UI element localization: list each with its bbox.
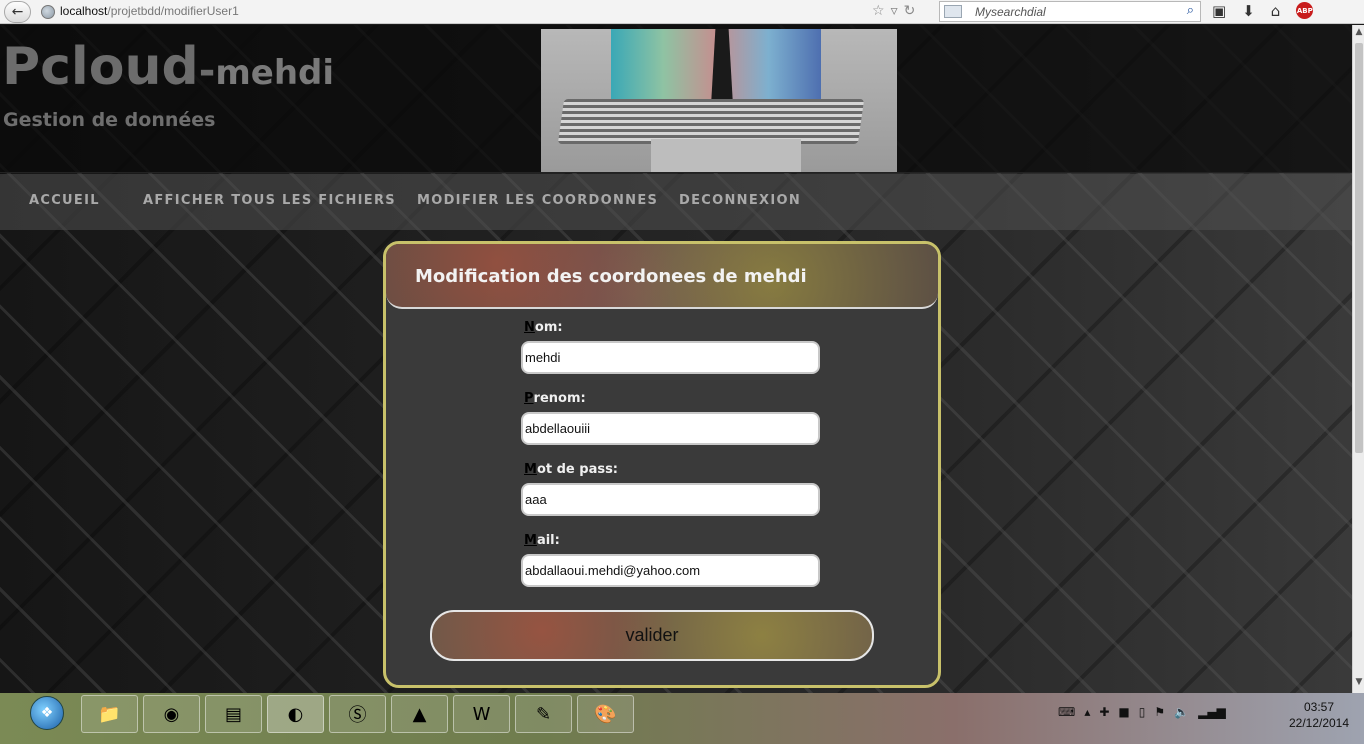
main-nav: ACCUEIL AFFICHER TOUS LES FICHIERS MODIF… — [0, 174, 1352, 230]
address-bar-icons: ☆▿↻ — [872, 3, 921, 19]
password-label: Mot de pass: — [524, 462, 619, 477]
adblock-icon[interactable]: ABP — [1296, 2, 1314, 19]
valider-button[interactable]: valider — [430, 610, 874, 661]
network-signal-icon[interactable]: ▂▄▆ — [1198, 705, 1226, 719]
flag-icon[interactable]: ⚑ — [1154, 705, 1165, 719]
header-banner-image — [541, 29, 897, 172]
windows-logo-icon: ❖ — [40, 705, 54, 721]
action-center-icon[interactable]: ■ — [1118, 705, 1129, 719]
site-user: mehdi — [215, 53, 335, 93]
keyboard-icon[interactable]: ⌨ — [1058, 705, 1075, 719]
paint-icon[interactable]: 🎨 — [577, 695, 634, 733]
search-engine-icon[interactable] — [944, 5, 962, 18]
form-title: Modification des coordonees de mehdi — [415, 266, 807, 287]
search-icon[interactable]: ⌕ — [1187, 3, 1194, 18]
site-name: Pcloud — [2, 37, 199, 97]
page-scrollbar[interactable]: ▲ ▼ — [1352, 25, 1364, 693]
panel-header: Modification des coordonees de mehdi — [386, 244, 938, 309]
url-path: /projetbdd/modifierUser1 — [107, 4, 239, 18]
nav-deconnexion[interactable]: DECONNEXION — [679, 193, 801, 208]
clock[interactable]: 03:57 22/12/2014 — [1284, 699, 1354, 731]
site-header: Pcloud-mehdi Gestion de données — [0, 25, 1352, 173]
prenom-label: Prenom: — [524, 391, 586, 406]
volume-icon[interactable]: 🔈 — [1174, 705, 1189, 719]
url-host: localhost — [60, 4, 108, 18]
download-icon[interactable]: ⬇ — [1242, 2, 1255, 20]
reload-icon[interactable]: ↻ — [904, 3, 922, 19]
back-arrow-icon: ← — [11, 4, 24, 20]
vlc-icon[interactable]: ▲ — [391, 695, 448, 733]
clock-date: 22/12/2014 — [1288, 716, 1350, 730]
chrome-icon[interactable]: ◉ — [143, 695, 200, 733]
scroll-down-arrow-icon[interactable]: ▼ — [1354, 677, 1364, 691]
word-icon[interactable]: W — [453, 695, 510, 733]
nom-input[interactable] — [521, 341, 820, 374]
notepad-icon[interactable]: ✎ — [515, 695, 572, 733]
nom-label: Nom: — [524, 320, 563, 335]
show-hidden-icons-icon[interactable]: ▴ — [1084, 705, 1090, 719]
skype-icon[interactable]: Ⓢ — [329, 695, 386, 733]
taskbar: ❖ 📁 ◉ ▤ ◐ Ⓢ ▲ W ✎ 🎨 ⌨ ▴ ✚ ■ ▯ ⚑ 🔈 ▂▄▆ 03… — [0, 693, 1364, 744]
system-tray: ⌨ ▴ ✚ ■ ▯ ⚑ 🔈 ▂▄▆ — [1058, 705, 1226, 719]
clock-time: 03:57 — [1303, 700, 1335, 714]
nav-modifier-coordonnes[interactable]: MODIFIER LES COORDONNES — [417, 193, 658, 208]
web-page: Pcloud-mehdi Gestion de données ACCUEIL … — [0, 25, 1352, 693]
prenom-input[interactable] — [521, 412, 820, 445]
home-icon[interactable]: ⌂ — [1271, 2, 1281, 20]
password-input[interactable] — [521, 483, 820, 516]
bookmark-star-icon[interactable]: ☆ — [872, 3, 891, 19]
scroll-up-arrow-icon[interactable]: ▲ — [1354, 27, 1364, 41]
file-explorer-icon[interactable]: 📁 — [81, 695, 138, 733]
site-subtitle: Gestion de données — [3, 109, 216, 131]
title-separator: - — [198, 48, 216, 94]
nav-accueil[interactable]: ACCUEIL — [29, 193, 100, 208]
globe-icon — [41, 5, 55, 19]
app-icon[interactable]: ▤ — [205, 695, 262, 733]
back-button[interactable]: ← — [4, 1, 31, 23]
search-placeholder: Mysearchdial — [975, 5, 1046, 19]
device-icon[interactable]: ▯ — [1139, 705, 1146, 719]
mail-label: Mail: — [524, 533, 560, 548]
search-box[interactable]: Mysearchdial ⌕ — [939, 1, 1201, 22]
browser-toolbar: ← localhost/projetbdd/modifierUser1 ☆▿↻ … — [0, 0, 1364, 24]
nav-afficher-fichiers[interactable]: AFFICHER TOUS LES FICHIERS — [143, 193, 396, 208]
pdf-icon[interactable]: ✚ — [1099, 705, 1109, 719]
firefox-icon[interactable]: ◐ — [267, 695, 324, 733]
dropdown-arrow-icon[interactable]: ▿ — [891, 3, 904, 19]
scroll-thumb[interactable] — [1355, 43, 1363, 453]
bookmarks-icon[interactable]: ▣ — [1212, 2, 1226, 20]
mail-input[interactable] — [521, 554, 820, 587]
address-bar[interactable]: localhost/projetbdd/modifierUser1 — [60, 4, 239, 18]
toolbar-icons: ▣ ⬇ ⌂ ABP — [1212, 2, 1314, 20]
edit-form-panel: Modification des coordonees de mehdi Nom… — [383, 241, 941, 688]
start-button[interactable]: ❖ — [30, 696, 64, 730]
site-title: Pcloud-mehdi — [2, 37, 334, 97]
